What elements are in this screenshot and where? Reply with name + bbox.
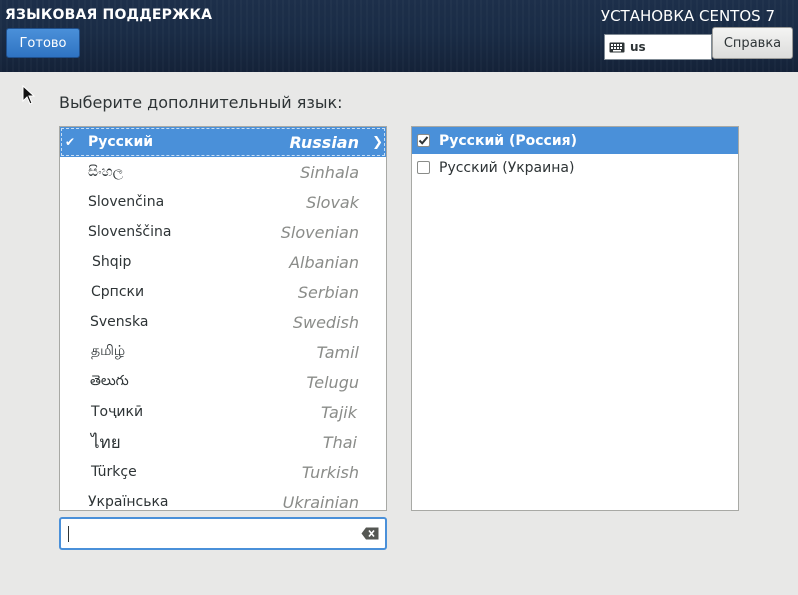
language-english-name: Tamil [316,342,359,362]
language-native-name: සිංහල [88,164,124,180]
locale-row-ukraine[interactable]: Русский (Украина) [412,154,738,181]
checkbox[interactable] [417,161,430,174]
language-native-name: Türkçe [91,464,137,480]
language-row[interactable]: Slovenčina Slovak [60,187,386,217]
chevron-right-icon: ❯ [372,134,383,150]
language-native-name: తెలుగు [90,372,129,389]
language-native-name: Slovenščina [88,224,172,240]
language-native-name: Slovenčina [88,194,165,210]
language-native-name: Svenska [90,314,149,330]
language-native-name: தமிழ் [91,343,126,359]
language-prompt: Выберите дополнительный язык: [59,93,343,112]
locale-row-russia[interactable]: Русский (Россия) [412,127,738,154]
locale-label: Русский (Россия) [439,132,578,149]
language-row[interactable]: සිංහල Sinhala [60,157,386,187]
page-title: ЯЗЫКОВАЯ ПОДДЕРЖКА [5,7,213,23]
language-row[interactable]: తెలుగు Telugu [60,367,386,397]
language-english-name: Russian [289,132,359,152]
language-row[interactable]: Slovenščina Slovenian [60,217,386,247]
header-bar: ЯЗЫКОВАЯ ПОДДЕРЖКА Готово УСТАНОВКА CENT… [0,0,798,72]
language-row[interactable]: ไทย Thai [60,427,386,457]
language-native-name: Shqip [92,254,132,270]
language-native-name: Русский [88,134,154,150]
done-button[interactable]: Готово [6,28,80,58]
language-row-russian[interactable]: ✔ Русский Russian ❯ [60,127,386,157]
language-native-name: ไทย [91,432,121,453]
language-english-name: Swedish [292,312,359,332]
language-search-input[interactable] [59,517,387,550]
mouse-pointer-icon [22,85,36,105]
language-row[interactable]: Shqip Albanian [60,247,386,277]
keyboard-layout-indicator[interactable]: us [604,34,712,60]
keyboard-icon [609,42,625,52]
language-english-name: Slovenian [280,222,359,242]
language-row[interactable]: Svenska Swedish [60,307,386,337]
language-english-name: Telugu [306,372,359,392]
locale-label: Русский (Украина) [439,159,575,176]
checkmark-icon: ✔ [65,135,76,149]
language-english-name: Slovak [306,192,359,212]
product-title: УСТАНОВКА CENTOS 7 [600,7,775,25]
language-list[interactable]: ✔ Русский Russian ❯ සිංහල Sinhala Sloven… [59,126,387,511]
language-native-name: Українська [88,494,169,510]
language-native-name: Српски [91,284,145,300]
language-row[interactable]: தமிழ் Tamil [60,337,386,367]
language-english-name: Albanian [289,252,359,272]
language-row[interactable]: Тоҷикӣ Tajik [60,397,386,427]
keyboard-layout-label: us [630,40,646,54]
language-english-name: Serbian [297,282,359,302]
check-icon [418,136,429,145]
help-button[interactable]: Справка [712,27,793,59]
checkbox[interactable] [417,134,430,147]
language-row[interactable]: Türkçe Turkish [60,457,386,487]
language-english-name: Tajik [320,402,357,422]
language-english-name: Ukrainian [282,492,359,511]
language-native-name: Тоҷикӣ [91,404,144,420]
language-english-name: Thai [322,432,357,452]
language-row[interactable]: Српски Serbian [60,277,386,307]
locale-list[interactable]: Русский (Россия) Русский (Украина) [411,126,739,511]
language-row[interactable]: Українська Ukrainian [60,487,386,511]
clear-text-icon[interactable] [361,527,379,540]
text-caret [68,526,69,542]
language-english-name: Sinhala [300,162,359,182]
language-english-name: Turkish [301,462,359,482]
